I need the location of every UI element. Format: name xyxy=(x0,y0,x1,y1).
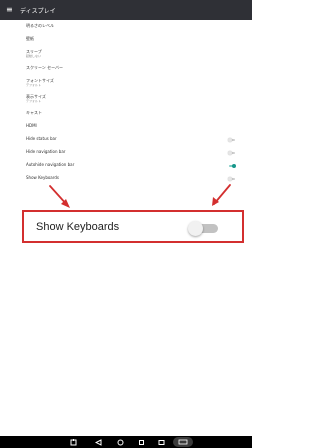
screenshot-icon[interactable] xyxy=(68,436,78,448)
settings-list: 明るさのレベル 壁紙 スリープ 起動しない スクリーン セーバー フォントサイズ… xyxy=(0,20,252,185)
setting-display-size[interactable]: 表示サイズ デフォルト xyxy=(0,91,252,107)
keyboard-icon[interactable] xyxy=(172,436,194,448)
setting-title: Hide navigation bar xyxy=(26,149,66,155)
left-arrow-icon xyxy=(49,185,69,207)
setting-title: キャスト xyxy=(26,110,42,116)
toggle-thumb xyxy=(228,176,232,181)
navigation-bar xyxy=(0,436,252,448)
toggle-thumb xyxy=(228,150,232,155)
setting-subtitle: デフォルト xyxy=(26,98,42,103)
setting-hide-navigation-bar[interactable]: Hide navigation bar xyxy=(0,146,252,159)
setting-title: HDMI xyxy=(26,123,37,129)
setting-show-keyboards[interactable]: Show Keyboards xyxy=(0,172,252,185)
volume-icon[interactable] xyxy=(156,436,166,448)
setting-title: 明るさのレベル xyxy=(26,23,54,29)
setting-sleep[interactable]: スリープ 起動しない xyxy=(0,46,252,62)
setting-wallpaper[interactable]: 壁紙 xyxy=(0,33,252,46)
toggle-thumb xyxy=(188,221,203,236)
setting-title: スクリーン セーバー xyxy=(26,65,64,71)
show-keyboards-callout: Show Keyboards xyxy=(22,210,244,243)
setting-subtitle: 起動しない xyxy=(26,53,42,58)
app-bar: ≡ ディスプレイ xyxy=(0,0,252,20)
menu-icon[interactable]: ≡ xyxy=(0,6,16,14)
hide-status-bar-toggle[interactable] xyxy=(228,137,236,142)
setting-cast[interactable]: キャスト xyxy=(0,107,252,120)
left-arrowhead-icon xyxy=(61,199,70,208)
autohide-navigation-bar-toggle[interactable] xyxy=(228,163,236,168)
hide-navigation-bar-toggle[interactable] xyxy=(228,150,236,155)
right-arrow-icon xyxy=(213,184,231,205)
setting-title: Show Keyboards xyxy=(26,175,59,181)
setting-title: 壁紙 xyxy=(26,36,34,42)
setting-screensaver[interactable]: スクリーン セーバー xyxy=(0,62,252,75)
callout-toggle[interactable] xyxy=(188,221,220,236)
setting-font-size[interactable]: フォントサイズ デフォルト xyxy=(0,75,252,91)
callout-label: Show Keyboards xyxy=(36,220,120,233)
right-arrowhead-icon xyxy=(212,197,219,206)
setting-subtitle: デフォルト xyxy=(26,82,42,87)
home-icon[interactable] xyxy=(115,436,125,448)
recents-icon[interactable] xyxy=(136,436,146,448)
toggle-thumb xyxy=(228,137,232,142)
show-keyboards-toggle[interactable] xyxy=(228,176,236,181)
setting-hide-status-bar[interactable]: Hide status bar xyxy=(0,133,252,146)
setting-hdmi[interactable]: HDMI xyxy=(0,120,252,133)
toggle-thumb xyxy=(232,163,236,168)
setting-brightness[interactable]: 明るさのレベル xyxy=(0,20,252,33)
back-icon[interactable] xyxy=(93,436,103,448)
page-title: ディスプレイ xyxy=(20,7,56,15)
setting-title: Autohide navigation bar xyxy=(26,162,75,168)
setting-title: Hide status bar xyxy=(26,136,57,142)
setting-autohide-navigation-bar[interactable]: Autohide navigation bar xyxy=(0,159,252,172)
